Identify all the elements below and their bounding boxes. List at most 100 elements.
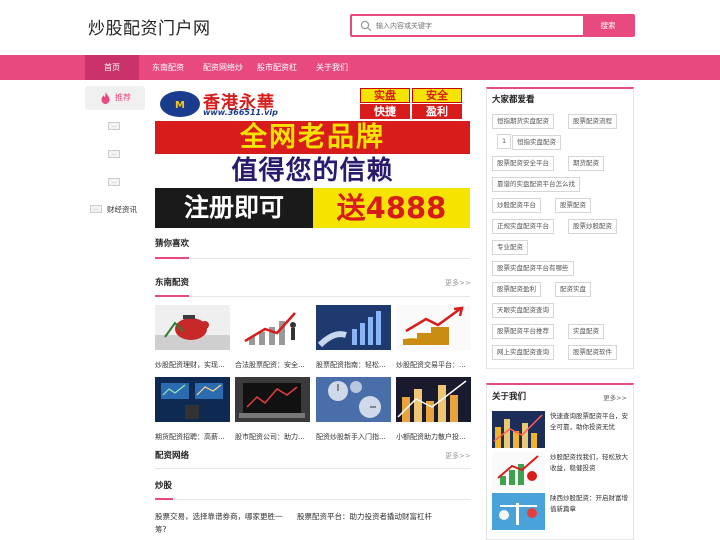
divider	[155, 258, 470, 259]
tag[interactable]: 股票配资软件	[568, 345, 617, 360]
more-link[interactable]: 更多>>	[445, 278, 471, 288]
article-caption[interactable]: 炒股配资交易平台：...	[396, 360, 471, 370]
about-thumbnail[interactable]	[492, 411, 545, 448]
about-panel: 关于我们 更多>> 快速查询股票配资平台，安全可靠，助你投资无忧 炒股配资找我们…	[486, 383, 634, 540]
banner-line: 值得您的信赖	[155, 154, 470, 188]
trading-desk-icon	[155, 377, 230, 422]
nav-gushi-peizi[interactable]: 股市配资杠	[252, 55, 302, 80]
thumbnail-placeholder[interactable]: ...	[108, 122, 120, 130]
laptop-chart-icon	[235, 377, 310, 422]
tag[interactable]: 天眼实盘配资查询	[492, 303, 554, 318]
article-thumbnail[interactable]	[316, 377, 391, 422]
banner-line: 注册即可	[155, 188, 313, 228]
tag[interactable]: 股票炒股配资	[568, 219, 617, 234]
thumbnail-placeholder[interactable]: ...	[90, 205, 102, 213]
article-caption[interactable]: 小额配资助力散户投...	[396, 432, 471, 442]
search-bar: 搜索	[350, 14, 635, 37]
header: 炒股配资门户网 搜索	[0, 0, 720, 55]
main-nav: 首页 东南配资 配资网络炒 股市配资杠 关于我们	[0, 55, 720, 80]
about-thumbnail[interactable]	[492, 452, 545, 489]
search-button[interactable]: 搜索	[583, 14, 633, 37]
article-caption[interactable]: 炒股配资理财，实现...	[155, 360, 230, 370]
tag[interactable]: 股票配资流程	[568, 114, 617, 129]
thumbnail-placeholder[interactable]: ...	[108, 178, 120, 186]
svg-text:M: M	[175, 100, 185, 111]
tag[interactable]: 股票配资平台推荐	[492, 324, 554, 339]
tab-recommend[interactable]: 推荐	[85, 86, 145, 110]
banner-url: www.366511.vip	[203, 108, 278, 117]
article-caption[interactable]: 股市配资公司：助力...	[235, 432, 310, 442]
banner-badge: 实盘	[360, 88, 410, 103]
about-item-text[interactable]: 陕西炒股配资：开启财富增值新篇章	[550, 493, 630, 515]
about-item-text[interactable]: 炒股配资找我们，轻松放大收益，稳健投资	[550, 452, 630, 474]
article-thumbnail[interactable]	[235, 305, 310, 350]
article-thumbnail[interactable]	[396, 305, 471, 350]
section-dongnan: 东南配资	[155, 278, 190, 288]
tag[interactable]: 恒指实盘配资	[512, 135, 561, 150]
divider	[155, 296, 470, 297]
side-finance-news[interactable]: 财经资讯	[107, 204, 137, 215]
tag[interactable]: 正规实盘配资平台	[492, 219, 554, 234]
tab-recommend-label: 推荐	[115, 93, 131, 102]
tag[interactable]: 炒股配资平台	[492, 198, 541, 213]
thumbnail-placeholder[interactable]: ...	[108, 150, 120, 158]
city-skyline-icon	[492, 411, 545, 448]
article-thumbnail[interactable]	[155, 377, 230, 422]
tag[interactable]: 配资实盘	[555, 282, 591, 297]
more-link[interactable]: 更多>>	[445, 451, 471, 461]
growth-bars-icon	[492, 452, 545, 489]
banner-line: 全网老品牌	[155, 121, 470, 154]
article-thumbnail[interactable]	[155, 305, 230, 350]
tag[interactable]: 股票配资	[555, 198, 591, 213]
banner-line: 送4888	[313, 188, 470, 228]
nav-home[interactable]: 首页	[85, 55, 139, 80]
balance-icon	[492, 493, 545, 530]
section-chaogu: 炒股	[155, 481, 173, 491]
section-underline	[155, 295, 189, 297]
popular-title: 大家都爱看	[492, 95, 535, 105]
banner-badge: 安全	[412, 88, 462, 103]
search-icon	[360, 20, 372, 32]
section-peizi-net: 配资网络	[155, 451, 190, 461]
divider	[155, 499, 470, 500]
article-thumbnail[interactable]	[396, 377, 471, 422]
tag[interactable]: 恒指期货实盘配资	[492, 114, 554, 129]
fire-icon	[101, 92, 110, 104]
tag[interactable]: 1	[497, 134, 512, 149]
about-item-text[interactable]: 快速查询股票配资平台，安全可靠，助你投资无忧	[550, 411, 630, 433]
section-guess: 猜你喜欢	[155, 239, 190, 249]
section-underline	[155, 257, 189, 259]
article-link[interactable]: 股票配资平台：助力投资者撬动财富杠杆	[297, 510, 432, 523]
section-underline	[155, 498, 173, 500]
article-thumbnail[interactable]	[316, 305, 391, 350]
nav-dongnan[interactable]: 东南配资	[145, 55, 191, 80]
nav-peizi-wangluo[interactable]: 配资网络炒	[196, 55, 250, 80]
more-link[interactable]: 更多>>	[603, 392, 627, 402]
article-caption[interactable]: 合法股票配资：安全...	[235, 360, 310, 370]
tag[interactable]: 股票实盘配资平台有哪些	[492, 261, 574, 276]
article-caption[interactable]: 期货配资招聘：高薪...	[155, 432, 230, 442]
city-night-icon	[396, 377, 471, 422]
tag[interactable]: 实盘配资	[568, 324, 604, 339]
article-link[interactable]: 股票交易，选择靠谱券商，哪家更胜一筹?	[155, 510, 290, 536]
tag[interactable]: 股票配资盈利	[492, 282, 541, 297]
banner-badge: 盈利	[412, 104, 462, 119]
banner-badge: 快捷	[360, 104, 410, 119]
article-thumbnail[interactable]	[235, 377, 310, 422]
coins-icon	[396, 305, 471, 350]
clock-gears-icon	[316, 377, 391, 422]
tag[interactable]: 股票配资安全平台	[492, 156, 554, 171]
tag[interactable]: 专业配资	[492, 240, 528, 255]
about-thumbnail[interactable]	[492, 493, 545, 530]
growth-chart-icon	[235, 305, 310, 350]
search-input[interactable]	[376, 16, 584, 35]
banner-ad[interactable]: M 香港永華 www.366511.vip 实盘 安全 快捷 盈利 全网老品牌 …	[155, 87, 470, 228]
nav-about[interactable]: 关于我们	[310, 55, 354, 80]
tag[interactable]: 靠谱的实盘配资平台怎么找	[492, 177, 580, 192]
tag[interactable]: 期货配资	[568, 156, 604, 171]
article-caption[interactable]: 股票配资指南：轻松...	[316, 360, 391, 370]
article-caption[interactable]: 配资炒股新手入门指...	[316, 432, 391, 442]
business-chart-icon	[316, 305, 391, 350]
tag[interactable]: 网上实盘配资查询	[492, 345, 554, 360]
site-title[interactable]: 炒股配资门户网	[88, 14, 211, 39]
